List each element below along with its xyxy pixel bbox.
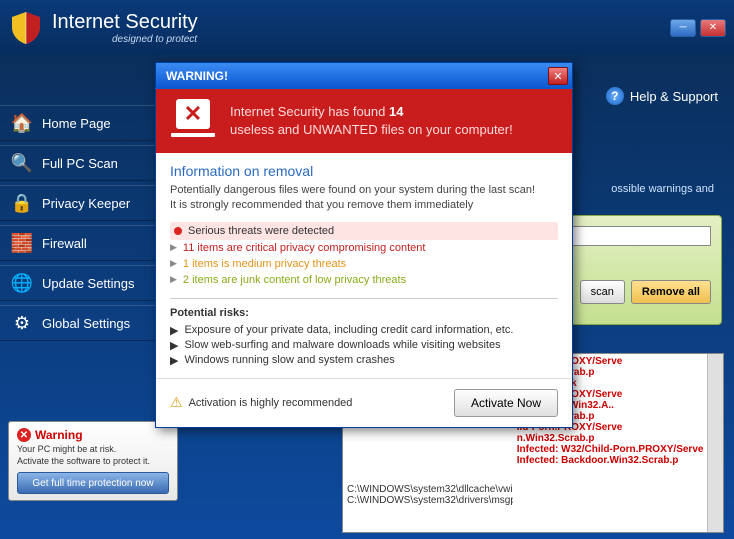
arrow-icon: ▶ [170, 274, 177, 285]
path-row: C:\WINDOWS\system32\dllcache\vwipxspx.ex… [347, 484, 509, 495]
dialog-footer: ⚠ Activation is highly recommended Activ… [156, 378, 572, 427]
help-label: Help & Support [630, 89, 718, 104]
error-monitor-icon: ✕ [168, 99, 218, 143]
app-titlebar: Internet Security designed to protect ─ … [0, 0, 734, 55]
dialog-close-button[interactable]: ✕ [548, 67, 568, 85]
nav-label: Update Settings [42, 276, 135, 291]
minimize-button[interactable]: ─ [670, 19, 696, 37]
threat-low: 2 items are junk content of low privacy … [183, 274, 406, 286]
get-protection-button[interactable]: Get full time protection now [17, 472, 169, 494]
nav-home[interactable]: 🏠 Home Page [0, 105, 162, 141]
close-button[interactable]: ✕ [700, 19, 726, 37]
infection-row: n.Win32.Scrab.p [517, 433, 704, 444]
intro-2: It is strongly recommended that you remo… [170, 198, 558, 213]
gear-icon: ⚙ [10, 311, 34, 335]
scan-button[interactable]: scan [580, 280, 625, 304]
nav-update[interactable]: 🌐 Update Settings [0, 265, 162, 301]
lock-icon: 🔒 [10, 191, 34, 215]
hint-text: ossible warnings and [611, 183, 714, 195]
triangle-warning-icon: ⚠ [170, 394, 183, 411]
warning-dialog: WARNING! ✕ ✕ Internet Security has found… [155, 62, 573, 428]
nav-label: Full PC Scan [42, 156, 118, 171]
threat-medium: 1 items is medium privacy threats [183, 258, 346, 270]
warning-line2: Activate the software to protect it. [17, 456, 169, 466]
recommend-text: Activation is highly recommended [189, 397, 353, 409]
nav-firewall[interactable]: 🧱 Firewall [0, 225, 162, 261]
nav-privacy[interactable]: 🔒 Privacy Keeper [0, 185, 162, 221]
risk-2: Slow web-surfing and malware downloads w… [184, 339, 500, 352]
nav-label: Home Page [42, 116, 111, 131]
threat-serious: Serious threats were detected [188, 225, 334, 237]
risk-3: Windows running slow and system crashes [184, 354, 394, 367]
risks-title: Potential risks: [170, 307, 558, 319]
threat-list: Serious threats were detected ▶ 11 items … [170, 222, 558, 288]
nav-label: Firewall [42, 236, 87, 251]
arrow-icon: ▶ [170, 258, 177, 269]
intro-1: Potentially dangerous files were found o… [170, 183, 558, 198]
dialog-banner: ✕ Internet Security has found 14 useless… [156, 89, 572, 153]
search-icon: 🔍 [10, 151, 34, 175]
app-subtitle: designed to protect [52, 34, 198, 45]
scrollbar-vertical[interactable] [707, 354, 723, 532]
dialog-titlebar: WARNING! ✕ [156, 63, 572, 89]
warning-line1: Your PC might be at risk. [17, 444, 169, 454]
infection-row: Infected: W32/Child-Porn.PROXY/Serve [517, 444, 704, 455]
risk-1: Exposure of your private data, including… [184, 324, 513, 337]
shield-logo-icon [8, 10, 44, 46]
nav-scan[interactable]: 🔍 Full PC Scan [0, 145, 162, 181]
threat-critical: 11 items are critical privacy compromisi… [183, 242, 426, 254]
globe-icon: 🌐 [10, 271, 34, 295]
help-support-link[interactable]: ? Help & Support [606, 87, 718, 105]
warning-box: ✕ Warning Your PC might be at risk. Acti… [8, 421, 178, 501]
home-icon: 🏠 [10, 111, 34, 135]
dialog-title: WARNING! [166, 69, 228, 83]
arrow-icon: ▶ [170, 324, 178, 337]
arrow-icon: ▶ [170, 242, 177, 253]
nav-label: Privacy Keeper [42, 196, 130, 211]
infection-row: Infected: Backdoor.Win32.Scrab.p [517, 455, 704, 466]
risks-section: Potential risks: ▶ Exposure of your priva… [170, 307, 558, 368]
help-icon: ? [606, 87, 624, 105]
path-row: C:\WINDOWS\system32\drivers\msgpc.sys [347, 495, 509, 506]
arrow-icon: ▶ [170, 339, 178, 352]
red-dot-icon [174, 227, 182, 235]
firewall-icon: 🧱 [10, 231, 34, 255]
app-title: Internet Security [52, 11, 198, 34]
section-title: Information on removal [170, 163, 558, 179]
warning-x-icon: ✕ [17, 428, 31, 442]
activate-now-button[interactable]: Activate Now [454, 389, 558, 417]
nav-global[interactable]: ⚙ Global Settings [0, 305, 162, 341]
warning-title: Warning [35, 428, 83, 442]
banner-message: Internet Security has found 14 useless a… [230, 103, 513, 139]
arrow-icon: ▶ [170, 354, 178, 367]
remove-all-button[interactable]: Remove all [631, 280, 711, 304]
nav-label: Global Settings [42, 316, 130, 331]
